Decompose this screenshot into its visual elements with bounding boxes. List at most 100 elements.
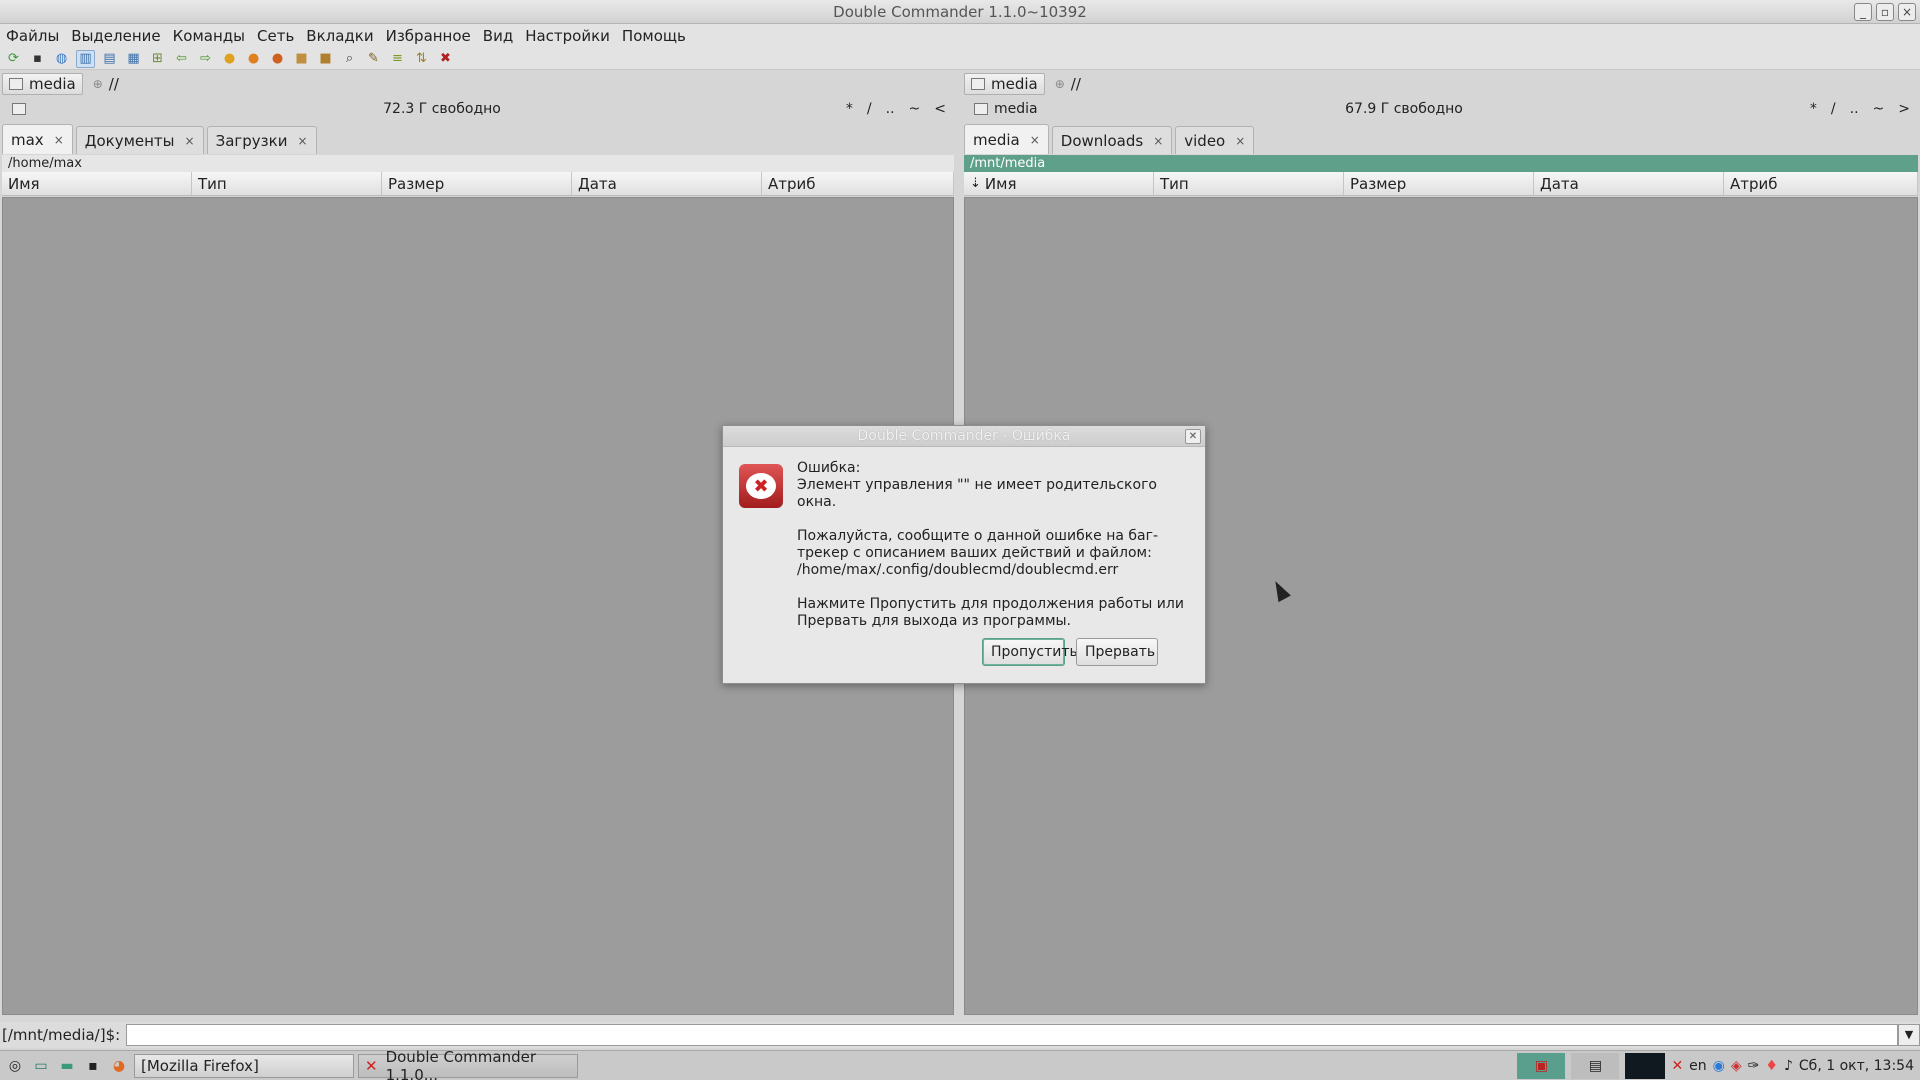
tab-video[interactable]: video × xyxy=(1175,126,1255,154)
tool-icon[interactable]: ✑ xyxy=(1748,1058,1760,1074)
show-desktop-icon[interactable]: ▭ xyxy=(30,1055,52,1077)
doublecmd-tray-icon[interactable]: ✕ xyxy=(1671,1058,1683,1074)
unpack-icon[interactable]: ■ xyxy=(316,50,335,68)
dialog-close-icon[interactable]: ✕ xyxy=(1185,429,1201,444)
left-path-label[interactable]: /home/max xyxy=(2,155,954,172)
terminal-icon[interactable]: ▪ xyxy=(82,1055,104,1077)
minimize-button[interactable]: _ xyxy=(1854,3,1872,21)
search-icon[interactable]: ⌕ xyxy=(340,50,359,68)
close-window-button[interactable]: × xyxy=(1898,3,1916,21)
task-firefox-label: [Mozilla Firefox] xyxy=(141,1056,259,1075)
keyboard-layout[interactable]: en xyxy=(1689,1058,1707,1074)
task-firefox[interactable]: [Mozilla Firefox] xyxy=(134,1053,354,1078)
task-doublecmd[interactable]: ✕ Double Commander 1.1.0... xyxy=(358,1048,578,1080)
close-tab-icon[interactable]: × xyxy=(1153,134,1163,148)
multi-rename-icon[interactable]: ✎ xyxy=(364,50,383,68)
notification-icon[interactable]: ♦ xyxy=(1765,1058,1778,1074)
column-type[interactable]: Тип xyxy=(192,172,382,195)
left-drive-button[interactable]: media xyxy=(2,73,83,95)
column-size[interactable]: Размер xyxy=(382,172,572,195)
chrome-icon[interactable]: ◉ xyxy=(1713,1058,1725,1074)
tab-media[interactable]: media × xyxy=(964,124,1049,154)
error-dialog: Double Commander - Ошибка ✕ ✖ Ошибка: Эл… xyxy=(722,425,1206,684)
close-tab-icon[interactable]: × xyxy=(1030,133,1040,147)
copy-icon[interactable]: ● xyxy=(220,50,239,68)
doublecmd-icon: ✕ xyxy=(365,1056,378,1075)
update-icon[interactable]: ◈ xyxy=(1731,1058,1742,1074)
right-nav-home[interactable]: ~ xyxy=(1873,101,1885,117)
column-type[interactable]: Тип xyxy=(1154,172,1344,195)
refresh-icon[interactable]: ⟳ xyxy=(4,50,23,68)
left-nav-home[interactable]: ~ xyxy=(909,101,921,117)
left-free-space: 72.3 Г свободно xyxy=(383,101,501,117)
menu-selection[interactable]: Выделение xyxy=(71,27,160,45)
volume-icon[interactable]: ♪ xyxy=(1784,1058,1793,1074)
abort-button[interactable]: Прервать xyxy=(1076,638,1158,666)
left-network-button[interactable]: ⊕ // xyxy=(93,75,119,93)
right-drive-label: media xyxy=(991,75,1038,93)
terminal-icon[interactable]: ▪ xyxy=(28,50,47,68)
exit-icon[interactable]: ✖ xyxy=(436,50,455,68)
column-name[interactable]: Имя xyxy=(2,172,192,195)
left-nav-root[interactable]: / xyxy=(867,101,872,117)
left-nav-up[interactable]: .. xyxy=(886,101,895,117)
tab-documents[interactable]: Документы × xyxy=(75,126,204,154)
sort-descending-icon: ⇣ xyxy=(970,175,981,191)
menubar: Файлы Выделение Команды Сеть Вкладки Изб… xyxy=(0,24,1920,48)
close-tab-icon[interactable]: × xyxy=(54,133,64,147)
clock[interactable]: Сб, 1 окт, 13:54 xyxy=(1799,1058,1914,1074)
sync-icon[interactable]: ⇅ xyxy=(412,50,431,68)
column-attr[interactable]: Атриб xyxy=(762,172,954,195)
tab-max[interactable]: max × xyxy=(2,124,73,154)
compare-icon[interactable]: ≡ xyxy=(388,50,407,68)
right-drive-button[interactable]: media xyxy=(964,73,1045,95)
workspace-switcher[interactable]: ▣ xyxy=(1517,1052,1566,1079)
right-network-button[interactable]: ⊕ // xyxy=(1055,75,1081,93)
files-icon[interactable]: ▬ xyxy=(56,1055,78,1077)
menu-commands[interactable]: Команды xyxy=(173,27,245,45)
brief-view-icon[interactable]: ▥ xyxy=(76,49,95,68)
tab-downloads[interactable]: Загрузки × xyxy=(206,126,317,154)
chevron-down-icon[interactable]: ▼ xyxy=(1898,1024,1920,1046)
right-path-label[interactable]: /mnt/media xyxy=(964,155,1918,172)
network-icon[interactable]: ◍ xyxy=(52,50,71,68)
column-date[interactable]: Дата xyxy=(572,172,762,195)
skip-button[interactable]: Пропустить xyxy=(982,638,1078,666)
close-tab-icon[interactable]: × xyxy=(297,134,307,148)
menu-view[interactable]: Вид xyxy=(483,27,513,45)
tab-downloads-en[interactable]: Downloads × xyxy=(1051,126,1173,154)
pack-icon[interactable]: ■ xyxy=(292,50,311,68)
maximize-button[interactable]: ▫ xyxy=(1876,3,1894,21)
left-nav-root-star[interactable]: * xyxy=(846,101,853,117)
menu-icon[interactable]: ◎ xyxy=(4,1055,26,1077)
menu-files[interactable]: Файлы xyxy=(6,27,59,45)
delete-icon[interactable]: ● xyxy=(268,50,287,68)
right-tabs: media × Downloads × video × xyxy=(964,124,1257,154)
left-info-bar: 72.3 Г свободно * / .. ~ < xyxy=(2,97,954,121)
right-nav-root-star[interactable]: * xyxy=(1810,101,1817,117)
firefox-icon[interactable]: ◕ xyxy=(108,1055,130,1077)
move-icon[interactable]: ● xyxy=(244,50,263,68)
flat-view-icon[interactable]: ⊞ xyxy=(148,50,167,68)
menu-settings[interactable]: Настройки xyxy=(525,27,610,45)
column-attr[interactable]: Атриб xyxy=(1724,172,1918,195)
right-nav-root[interactable]: / xyxy=(1831,101,1836,117)
notes-icon[interactable]: ▤ xyxy=(1571,1052,1620,1079)
right-nav-up[interactable]: .. xyxy=(1850,101,1859,117)
columns-view-icon[interactable]: ▤ xyxy=(100,50,119,68)
menu-network[interactable]: Сеть xyxy=(257,27,294,45)
back-icon[interactable]: ⇦ xyxy=(172,50,191,68)
column-date[interactable]: Дата xyxy=(1534,172,1724,195)
column-size[interactable]: Размер xyxy=(1344,172,1534,195)
left-nav-copy-from[interactable]: < xyxy=(934,101,946,117)
right-nav-copy-to[interactable]: > xyxy=(1898,101,1910,117)
column-name[interactable]: ⇣ Имя xyxy=(964,172,1154,195)
menu-help[interactable]: Помощь xyxy=(622,27,686,45)
command-input[interactable] xyxy=(126,1024,1898,1046)
thumbnails-view-icon[interactable]: ▦ xyxy=(124,50,143,68)
menu-favorites[interactable]: Избранное xyxy=(386,27,471,45)
forward-icon[interactable]: ⇨ xyxy=(196,50,215,68)
menu-tabs[interactable]: Вкладки xyxy=(306,27,373,45)
close-tab-icon[interactable]: × xyxy=(185,134,195,148)
close-tab-icon[interactable]: × xyxy=(1235,134,1245,148)
